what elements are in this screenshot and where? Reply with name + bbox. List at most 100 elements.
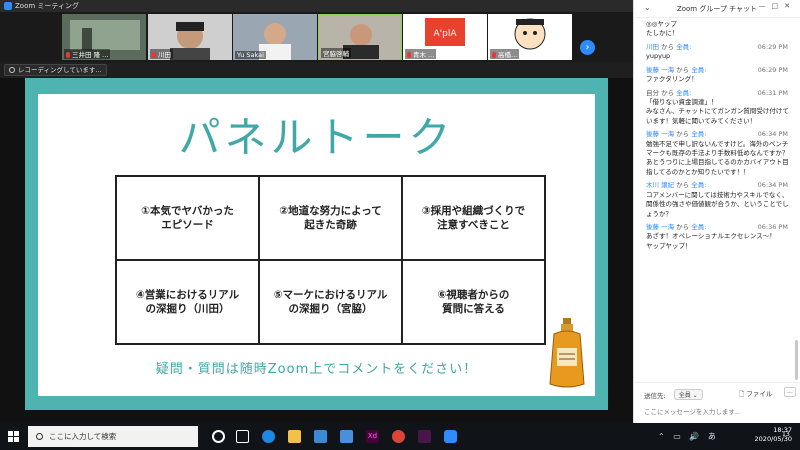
chat-panel: ⌄ Zoom グループ チャット —□✕ ◎◎ヤップ たしかに！ 川田 から 全… bbox=[633, 0, 800, 423]
search-placeholder: ここに入力して検索 bbox=[49, 432, 117, 441]
message-recipient: 全員 bbox=[691, 130, 705, 139]
message-header: 後藤 一海 から 全員: 06:29 PM bbox=[646, 66, 794, 75]
task-view-icon[interactable] bbox=[236, 430, 249, 443]
cortana-icon[interactable] bbox=[212, 430, 225, 443]
participant-name: 川田 bbox=[150, 49, 173, 59]
chevron-down-icon[interactable]: ⌄ bbox=[644, 3, 651, 12]
message-text: ファクタリング！ bbox=[646, 75, 698, 84]
shared-slide: パネルトーク ①本気でヤバかった エピソード ②地道な努力によって 起きた奇跡 … bbox=[25, 78, 608, 410]
window-controls[interactable]: —□✕ bbox=[759, 2, 796, 10]
mic-muted-icon bbox=[66, 52, 70, 58]
system-tray-icons[interactable]: ⌃ ▭ 🔊 あ bbox=[658, 431, 719, 442]
ime-indicator[interactable]: あ bbox=[708, 432, 719, 441]
slide-content: パネルトーク ①本気でヤバかった エピソード ②地道な努力によって 起きた奇跡 … bbox=[38, 94, 595, 396]
message-recipient: 全員 bbox=[691, 65, 705, 74]
message-recipient: 全員 bbox=[691, 223, 705, 232]
file-label: ファイル bbox=[746, 390, 773, 398]
chat-message: 後藤 一海 から 全員: 06:36 PM あざす！オペレーショナルエクセレンス… bbox=[646, 223, 794, 251]
taskbar-search[interactable]: ここに入力して検索 bbox=[28, 426, 198, 447]
screen-share-area: パネルトーク ①本気でヤバかった エピソード ②地道な努力によって 起きた奇跡 … bbox=[0, 78, 633, 423]
slack-icon[interactable] bbox=[418, 430, 431, 443]
send-to: 送信先: 全員 ⌄ bbox=[644, 389, 703, 400]
participant-name: Yu Sakai bbox=[235, 51, 266, 59]
search-icon bbox=[36, 433, 43, 440]
chat-scrollbar[interactable] bbox=[795, 340, 798, 380]
message-recipient: 全員 bbox=[676, 88, 690, 97]
topic-cell: ⑤マーケにおけるリアル の深掘り（宮脇） bbox=[259, 260, 402, 344]
chat-header: ⌄ Zoom グループ チャット —□✕ bbox=[634, 0, 800, 18]
participant-name: 高橋... bbox=[490, 49, 520, 59]
topic-cell: ⑥視聴者からの 質問に答える bbox=[402, 260, 545, 344]
notification-badge[interactable]: 13 bbox=[782, 431, 790, 438]
participant-tile[interactable]: A'plA 青木 ... bbox=[403, 14, 487, 60]
recording-bar: レコーディングしています... bbox=[0, 62, 633, 78]
window-title: Zoom ミーティング bbox=[15, 2, 79, 10]
participant-tile[interactable]: 高橋... bbox=[488, 14, 572, 60]
participant-tile[interactable]: 川田 bbox=[148, 14, 232, 60]
edge-icon[interactable] bbox=[262, 430, 275, 443]
svg-text:A'plA: A'plA bbox=[433, 29, 457, 39]
message-text: コアメンバーに関しては技術力やスキルでなく、関係性の強さや価値観が合うか、という… bbox=[646, 190, 789, 218]
message-header: 自分 から 全員: 06:31 PM bbox=[646, 89, 794, 98]
slide-footer: 疑問・質問は随時Zoom上でコメントをください！ bbox=[155, 362, 478, 377]
zoom-icon bbox=[4, 2, 12, 10]
mic-muted-icon bbox=[492, 52, 496, 58]
participant-tile-active[interactable]: 宮脇啓輔 bbox=[318, 14, 402, 60]
mail-icon[interactable] bbox=[340, 430, 353, 443]
chat-message: ◎◎ヤップ たしかに！ bbox=[646, 20, 794, 39]
message-text: あざす！オペレーショナルエクセレンス～！ ヤップヤップ！ bbox=[646, 232, 776, 250]
slide-title: パネルトーク bbox=[178, 113, 455, 162]
participant-tile[interactable]: 三井田 隆 ... bbox=[62, 14, 146, 60]
topic-cell: ③採用や組織づくりで 注意すべきこと bbox=[402, 176, 545, 260]
screen: Zoom ミーティング 三井田 隆 ... 川田 Yu Sakai 宮脇啓輔 A… bbox=[0, 0, 800, 450]
chat-message: 自分 から 全員: 06:31 PM 「借りない資金調達」！ みなさん、チャット… bbox=[646, 89, 794, 127]
zoom-taskbar-icon[interactable] bbox=[444, 430, 457, 443]
message-header: 後藤 一海 から 全員: 06:34 PM bbox=[646, 130, 794, 139]
store-icon[interactable] bbox=[314, 430, 327, 443]
chat-title: Zoom グループ チャット bbox=[676, 4, 758, 13]
file-explorer-icon[interactable] bbox=[288, 430, 301, 443]
windows-start-icon[interactable] bbox=[8, 431, 19, 442]
participant-tile[interactable]: Yu Sakai bbox=[233, 14, 317, 60]
message-time: 06:31 PM bbox=[757, 88, 788, 97]
chat-messages: ◎◎ヤップ たしかに！ 川田 から 全員: 06:29 PM yupyup 後藤… bbox=[634, 20, 794, 380]
chrome-icon[interactable] bbox=[392, 430, 405, 443]
more-options-button[interactable]: ... bbox=[784, 387, 796, 397]
participant-name: 青木 ... bbox=[405, 49, 437, 59]
participant-name: 三井田 隆 ... bbox=[64, 49, 111, 59]
next-participants-button[interactable]: › bbox=[580, 40, 595, 55]
message-sender: 自分 bbox=[646, 88, 659, 97]
record-icon bbox=[9, 67, 15, 73]
topic-cell: ①本気でヤバかった エピソード bbox=[116, 176, 259, 260]
message-time: 06:29 PM bbox=[757, 42, 788, 51]
send-to-select[interactable]: 全員 ⌄ bbox=[673, 389, 703, 400]
taskbar: ここに入力して検索 Xd ⌃ ▭ 🔊 あ 18:37 2020/05/30 13 bbox=[0, 423, 800, 450]
message-sender[interactable]: 川田 bbox=[646, 43, 659, 51]
topic-cell: ④営業におけるリアル の深掘り（川田） bbox=[116, 260, 259, 344]
send-to-label: 送信先: bbox=[644, 391, 666, 400]
message-header: 木川 譲紀 から 全員: 06:34 PM bbox=[646, 181, 794, 190]
message-text: ◎◎ヤップ たしかに！ bbox=[646, 20, 679, 38]
message-sender[interactable]: 後藤 一海 bbox=[646, 66, 674, 74]
file-button[interactable]: 🗋 ファイル bbox=[739, 388, 772, 401]
xd-icon[interactable]: Xd bbox=[366, 430, 379, 443]
message-sender[interactable]: 後藤 一海 bbox=[646, 223, 674, 231]
recording-indicator[interactable]: レコーディングしています... bbox=[4, 64, 107, 76]
chat-message: 木川 譲紀 から 全員: 06:34 PM コアメンバーに関しては技術力やスキル… bbox=[646, 181, 794, 219]
message-sender[interactable]: 後藤 一海 bbox=[646, 130, 674, 138]
topic-grid: ①本気でヤバかった エピソード ②地道な努力によって 起きた奇跡 ③採用や組織づ… bbox=[115, 175, 546, 345]
message-text: 「借りない資金調達」！ みなさん、チャットにてガンガン質問受け付けています！気軽… bbox=[646, 97, 789, 125]
mic-muted-icon bbox=[407, 52, 411, 58]
chat-message-input[interactable] bbox=[644, 405, 794, 419]
whisky-bottle-image bbox=[549, 318, 585, 388]
message-time: 06:34 PM bbox=[757, 130, 788, 139]
chat-message: 後藤 一海 から 全員: 06:29 PM ファクタリング！ bbox=[646, 66, 794, 85]
chat-composer: 送信先: 全員 ⌄ 🗋 ファイル ... bbox=[634, 382, 800, 423]
message-time: 06:34 PM bbox=[757, 181, 788, 190]
message-header: 川田 から 全員: 06:29 PM bbox=[646, 43, 794, 52]
message-recipient: 全員 bbox=[676, 42, 690, 51]
recording-label: レコーディングしています... bbox=[18, 66, 102, 74]
message-sender[interactable]: 木川 譲紀 bbox=[646, 181, 674, 189]
message-recipient: 全員 bbox=[691, 181, 705, 190]
message-text: yupyup bbox=[646, 52, 671, 61]
